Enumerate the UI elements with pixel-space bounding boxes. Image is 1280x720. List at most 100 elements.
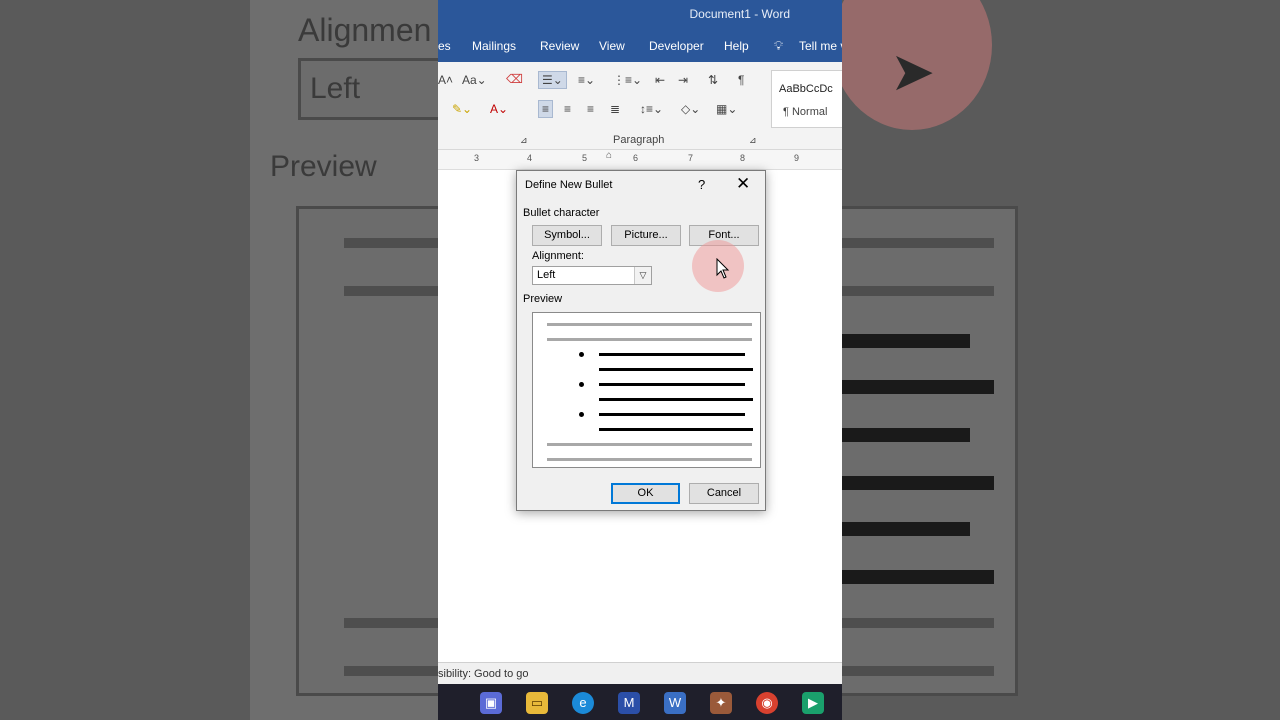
background-zoom-left: Alignmen Left Preview	[0, 0, 438, 720]
ruler-mark: 8	[740, 153, 746, 163]
app-icon[interactable]: M	[618, 692, 640, 714]
store-icon[interactable]: ▣	[480, 692, 502, 714]
window-title: Document1 - Word	[438, 0, 842, 30]
preview-text-line	[599, 413, 745, 416]
highlight-color-icon[interactable]: ✎⌄	[452, 103, 472, 115]
multilevel-list-icon[interactable]: ⋮≡⌄	[613, 74, 642, 86]
tab-help[interactable]: Help	[724, 39, 749, 53]
define-new-bullet-dialog: Define New Bullet ? ✕ Bullet character S…	[516, 170, 766, 511]
tab-developer[interactable]: Developer	[649, 39, 704, 53]
close-icon[interactable]: ✕	[736, 174, 750, 194]
align-right-icon[interactable]: ≡	[587, 103, 594, 115]
background-black-line	[842, 570, 994, 584]
preview-text-line	[599, 383, 745, 386]
line-spacing-icon[interactable]: ↕≡⌄	[640, 103, 663, 115]
align-center-icon[interactable]: ≡	[564, 103, 571, 115]
background-gray-line	[344, 286, 438, 296]
clear-formatting-icon[interactable]: ⌫	[506, 73, 523, 85]
alignment-value: Left	[537, 269, 556, 281]
grow-font-icon[interactable]: A˄	[438, 74, 453, 86]
numbering-icon[interactable]: ≡⌄	[578, 74, 595, 86]
increase-indent-icon[interactable]: ⇥	[678, 74, 688, 86]
background-black-line	[842, 428, 970, 442]
justify-icon[interactable]: ≣	[610, 103, 620, 115]
word-app-icon[interactable]: W	[664, 692, 686, 714]
alignment-label: Alignment:	[532, 250, 584, 262]
ribbon: A˄ Aa⌄ ⌫ ☰⌄ ≡⌄ ⋮≡⌄ ⇤ ⇥ ⇅ ¶ ✎⌄ A⌄ ≡ ≡ ≡ ≣…	[438, 62, 842, 150]
preview-text-line	[599, 353, 745, 356]
tab-view[interactable]: View	[599, 39, 625, 53]
preview-gray-line	[547, 338, 752, 341]
alignment-select[interactable]: Left ▽	[532, 266, 652, 285]
background-alignment-value: Left	[310, 72, 361, 105]
tab-review[interactable]: Review	[540, 39, 579, 53]
symbol-button[interactable]: Symbol...	[532, 225, 602, 246]
font-dialog-launcher-icon[interactable]: ⊿	[520, 136, 528, 145]
edge-icon[interactable]: e	[572, 692, 594, 714]
style-normal[interactable]: AaBbCcDc ¶ Normal	[771, 70, 842, 128]
picture-button[interactable]: Picture...	[611, 225, 681, 246]
mouse-cursor-icon	[716, 258, 730, 279]
preview-bullet	[579, 352, 584, 357]
ruler-mark: 6	[633, 153, 639, 163]
preview-text-line	[599, 368, 753, 371]
ruler-mark: 4	[527, 153, 533, 163]
tab-mailings[interactable]: Mailings	[472, 39, 516, 53]
preview-text-line	[599, 428, 753, 431]
accessibility-status[interactable]: sibility: Good to go	[438, 668, 529, 680]
file-explorer-icon[interactable]: ▭	[526, 692, 548, 714]
lightbulb-icon[interactable]: 💡︎	[774, 38, 783, 54]
sort-icon[interactable]: ⇅	[708, 74, 718, 86]
show-formatting-marks-icon[interactable]: ¶	[738, 74, 744, 86]
background-black-line	[842, 476, 994, 490]
paragraph-group-label: Paragraph	[613, 134, 665, 146]
dialog-title: Define New Bullet	[525, 179, 613, 191]
cancel-button[interactable]: Cancel	[689, 483, 759, 504]
background-gray-line	[842, 666, 994, 676]
chrome-icon[interactable]: ◉	[756, 692, 778, 714]
ruler-mark: 9	[794, 153, 800, 163]
decrease-indent-icon[interactable]: ⇤	[655, 74, 665, 86]
background-gray-line	[842, 618, 994, 628]
borders-icon[interactable]: ▦⌄	[716, 103, 737, 115]
status-bar: sibility: Good to go	[438, 662, 842, 684]
background-preview-label: Preview	[270, 150, 377, 183]
indent-marker-icon[interactable]: ⌂	[606, 150, 612, 161]
tab-references[interactable]: es	[438, 39, 451, 53]
shading-icon[interactable]: ◇⌄	[681, 103, 700, 115]
ribbon-tabs: es Mailings Review View Developer Help 💡…	[438, 30, 842, 62]
screen: Alignmen Left Preview ➤ Document1 - Word…	[0, 0, 1280, 720]
font-color-icon[interactable]: A⌄	[490, 103, 508, 115]
background-alignment-label: Alignmen	[298, 12, 432, 48]
ok-button[interactable]: OK	[611, 483, 680, 504]
bullet-character-label: Bullet character	[523, 207, 600, 219]
taskbar: ▣ ▭ e M W ✦ ◉ ▶	[438, 684, 842, 720]
align-left-icon[interactable]: ≡	[538, 100, 554, 118]
ruler-mark: 3	[474, 153, 480, 163]
help-icon[interactable]: ?	[698, 177, 705, 192]
background-black-line	[842, 334, 970, 348]
chevron-down-icon[interactable]: ▽	[634, 267, 651, 284]
background-black-line	[842, 380, 994, 394]
ruler-mark: 7	[688, 153, 694, 163]
preview-text-line	[599, 398, 753, 401]
app-icon-2[interactable]: ✦	[710, 692, 732, 714]
app-icon-3[interactable]: ▶	[802, 692, 824, 714]
preview-bullet	[579, 412, 584, 417]
paragraph-dialog-launcher-icon[interactable]: ⊿	[749, 136, 757, 145]
tell-me-search[interactable]: Tell me v	[799, 39, 842, 53]
background-gray-line	[842, 286, 994, 296]
preview-gray-line	[547, 323, 752, 326]
background-gray-line	[344, 618, 438, 628]
background-cursor-icon: ➤	[890, 42, 936, 102]
bullets-icon[interactable]: ☰⌄	[538, 71, 567, 89]
ruler[interactable]: 3 4 5 6 7 8 9 ⌂	[438, 150, 842, 170]
change-case-icon[interactable]: Aa⌄	[462, 74, 487, 86]
background-gray-line	[842, 238, 994, 248]
ruler-mark: 5	[582, 153, 588, 163]
preview-gray-line	[547, 443, 752, 446]
preview-bullet	[579, 382, 584, 387]
preview-gray-line	[547, 458, 752, 461]
background-gray-line	[344, 238, 438, 248]
background-zoom-right: ➤	[842, 0, 1280, 720]
